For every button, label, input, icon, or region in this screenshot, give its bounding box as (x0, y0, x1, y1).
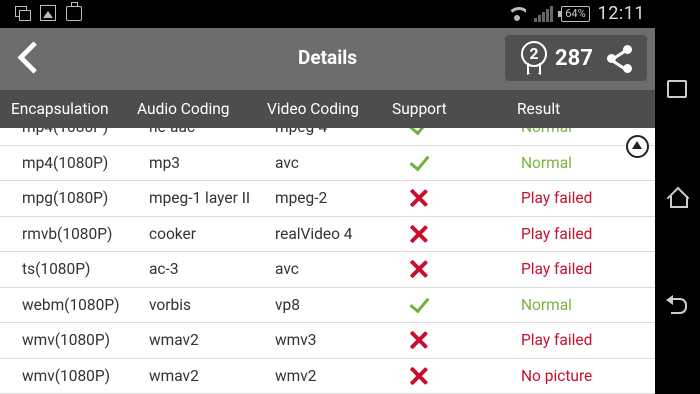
table-row[interactable]: mpg(1080P) mpeg-1 layer II mpeg-2 Play f… (0, 181, 655, 217)
cross-icon (409, 330, 429, 350)
cell-audio: mp3 (149, 153, 181, 172)
check-icon (408, 128, 430, 137)
cell-video: wmv2 (275, 366, 317, 385)
cell-encapsulation: wmv(1080P) (22, 331, 111, 349)
cell-result: Play failed (521, 224, 593, 243)
cell-encapsulation: webm(1080P) (22, 295, 120, 314)
cell-audio: wmav2 (149, 331, 199, 349)
cell-result: Play failed (521, 189, 593, 207)
table-body[interactable]: mp4(1080P) he-aac mpeg-4 Normal mp4(1080… (0, 128, 655, 394)
system-icons: 64% 12:11 (508, 3, 645, 24)
cell-video: realVideo 4 (275, 224, 353, 243)
header-video-coding: Video Coding (267, 100, 359, 118)
shopping-bag-icon (66, 2, 82, 21)
cell-video: avc (275, 153, 299, 172)
app-bar: Details 2 287 (0, 28, 655, 90)
back-button[interactable] (14, 42, 40, 74)
cell-encapsulation: wmv(1080P) (22, 366, 111, 385)
multiwindow-icon (14, 5, 31, 21)
cell-audio: mpeg-1 layer II (149, 189, 251, 207)
table-row[interactable]: wmv(1080P) wmav2 wmv2 No picture (0, 359, 655, 394)
home-icon[interactable] (666, 186, 688, 208)
wifi-icon (508, 6, 527, 22)
status-bar: 64% 12:11 (0, 0, 655, 28)
cell-audio: vorbis (149, 295, 191, 314)
score-panel[interactable]: 2 287 (505, 35, 647, 81)
table-row[interactable]: rmvb(1080P) cooker realVideo 4 Play fail… (0, 217, 655, 252)
cell-audio: ac-3 (149, 260, 179, 278)
table-header: Encapsulation Audio Coding Video Coding … (0, 90, 655, 128)
score-value: 287 (555, 45, 593, 71)
cell-result: Normal (521, 128, 572, 136)
clock: 12:11 (597, 3, 645, 24)
cell-result: No picture (521, 366, 593, 385)
cell-encapsulation: mp4(1080P) (22, 128, 108, 136)
cell-video: avc (275, 260, 299, 278)
cell-result: Normal (521, 295, 572, 314)
cell-audio: wmav2 (149, 366, 199, 385)
header-result: Result (517, 100, 561, 118)
cell-encapsulation: rmvb(1080P) (22, 224, 113, 243)
header-support: Support (392, 100, 447, 118)
cell-audio: cooker (149, 224, 196, 243)
cell-encapsulation: mp4(1080P) (22, 153, 109, 172)
table-row[interactable]: ts(1080P) ac-3 avc Play failed (0, 252, 655, 288)
image-icon (40, 5, 56, 21)
check-icon (408, 151, 430, 173)
cell-result: Normal (521, 153, 572, 172)
cell-video: mpeg-4 (275, 128, 327, 136)
cross-icon (409, 224, 429, 244)
cell-video: wmv3 (275, 331, 317, 349)
navigation-bar (655, 0, 700, 394)
medal-icon: 2 (521, 41, 547, 75)
table-row[interactable]: webm(1080P) vorbis vp8 Normal (0, 288, 655, 323)
recent-apps-icon[interactable] (667, 80, 687, 98)
header-encapsulation: Encapsulation (11, 100, 109, 118)
cross-icon (409, 188, 429, 208)
cell-encapsulation: ts(1080P) (22, 260, 91, 278)
cross-icon (409, 259, 429, 279)
header-audio-coding: Audio Coding (137, 100, 230, 118)
table-row[interactable]: mp4(1080P) mp3 avc Normal (0, 146, 655, 181)
share-icon[interactable] (607, 45, 633, 73)
notification-icons (14, 2, 82, 21)
cell-video: vp8 (275, 295, 300, 314)
scroll-to-top-button[interactable] (626, 135, 649, 158)
table-row[interactable]: mp4(1080P) he-aac mpeg-4 Normal (0, 128, 655, 146)
battery-indicator: 64% (558, 5, 590, 22)
table-row[interactable]: wmv(1080P) wmav2 wmv3 Play failed (0, 323, 655, 359)
cross-icon (409, 366, 429, 386)
check-icon (408, 293, 430, 315)
cell-encapsulation: mpg(1080P) (22, 189, 109, 207)
cell-video: mpeg-2 (275, 189, 328, 207)
back-arrow-icon[interactable] (665, 295, 689, 316)
signal-icon (534, 5, 554, 22)
cell-result: Play failed (521, 331, 593, 349)
cell-audio: he-aac (149, 128, 195, 136)
cell-result: Play failed (521, 260, 593, 278)
